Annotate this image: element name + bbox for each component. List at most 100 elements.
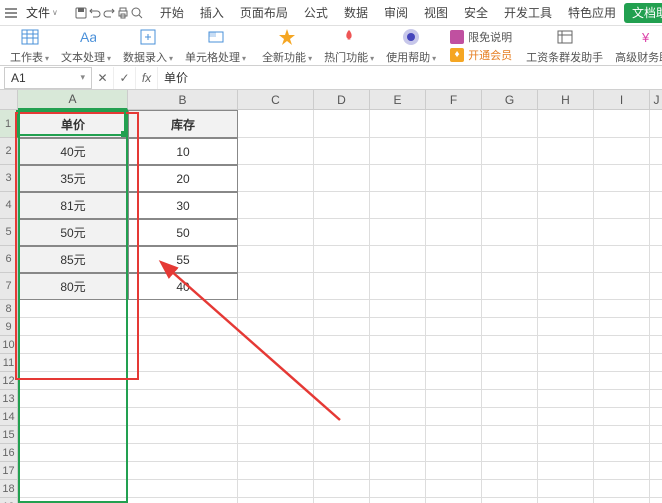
- col-header-C[interactable]: C: [238, 90, 314, 110]
- cell[interactable]: [426, 426, 482, 444]
- tab-devtools[interactable]: 开发工具: [496, 0, 560, 26]
- cell[interactable]: [370, 390, 426, 408]
- cell[interactable]: [314, 498, 370, 503]
- cell[interactable]: [482, 110, 538, 138]
- cell[interactable]: [314, 462, 370, 480]
- cell[interactable]: 80元: [18, 273, 128, 300]
- ribbon-finance[interactable]: ¥ 高级财务助手: [609, 26, 662, 65]
- cell[interactable]: [426, 110, 482, 138]
- cell[interactable]: [650, 462, 662, 480]
- cell[interactable]: [370, 462, 426, 480]
- cell[interactable]: [538, 498, 594, 503]
- cell[interactable]: [314, 408, 370, 426]
- col-header-I[interactable]: I: [594, 90, 650, 110]
- cell[interactable]: [238, 480, 314, 498]
- cell[interactable]: [18, 480, 128, 498]
- row-header[interactable]: 19: [0, 498, 18, 503]
- cell[interactable]: [370, 165, 426, 192]
- cell[interactable]: [314, 219, 370, 246]
- cell[interactable]: [370, 408, 426, 426]
- cell[interactable]: [650, 498, 662, 503]
- cell[interactable]: [128, 336, 238, 354]
- cell[interactable]: [426, 219, 482, 246]
- cell[interactable]: [128, 408, 238, 426]
- cell[interactable]: [18, 318, 128, 336]
- cell[interactable]: [314, 354, 370, 372]
- cell[interactable]: [538, 372, 594, 390]
- cell[interactable]: [650, 336, 662, 354]
- cell[interactable]: [650, 138, 662, 165]
- row-header[interactable]: 5: [0, 219, 18, 246]
- cell[interactable]: [238, 300, 314, 318]
- cell[interactable]: [538, 354, 594, 372]
- cell[interactable]: [594, 426, 650, 444]
- cell[interactable]: [538, 219, 594, 246]
- cell[interactable]: [650, 273, 662, 300]
- cell[interactable]: [650, 219, 662, 246]
- cell[interactable]: [482, 246, 538, 273]
- tab-security[interactable]: 安全: [456, 0, 496, 26]
- cell[interactable]: [238, 246, 314, 273]
- cell[interactable]: [482, 480, 538, 498]
- cell[interactable]: [482, 192, 538, 219]
- cell[interactable]: [426, 354, 482, 372]
- cell[interactable]: [482, 354, 538, 372]
- tab-data[interactable]: 数据: [336, 0, 376, 26]
- cell[interactable]: [128, 300, 238, 318]
- ribbon-cell-process[interactable]: 单元格处理: [179, 26, 252, 65]
- cell[interactable]: 30: [128, 192, 238, 219]
- cell[interactable]: [18, 408, 128, 426]
- cell[interactable]: [650, 246, 662, 273]
- cell[interactable]: [314, 444, 370, 462]
- cell[interactable]: 10: [128, 138, 238, 165]
- cell[interactable]: [482, 138, 538, 165]
- cell[interactable]: [482, 219, 538, 246]
- cell[interactable]: [538, 444, 594, 462]
- row-header[interactable]: 9: [0, 318, 18, 336]
- cell[interactable]: [594, 354, 650, 372]
- cell[interactable]: 20: [128, 165, 238, 192]
- confirm-icon[interactable]: ✓: [114, 67, 136, 89]
- cell[interactable]: [238, 372, 314, 390]
- cell[interactable]: [18, 444, 128, 462]
- cell[interactable]: [482, 426, 538, 444]
- cell[interactable]: [426, 138, 482, 165]
- cell[interactable]: [538, 408, 594, 426]
- cell[interactable]: [426, 192, 482, 219]
- cell[interactable]: [650, 300, 662, 318]
- cell[interactable]: [370, 273, 426, 300]
- cell[interactable]: [482, 498, 538, 503]
- cell[interactable]: [538, 336, 594, 354]
- row-header[interactable]: 16: [0, 444, 18, 462]
- cell[interactable]: [650, 444, 662, 462]
- cell[interactable]: [314, 192, 370, 219]
- cell[interactable]: [238, 498, 314, 503]
- tab-home[interactable]: 开始: [152, 0, 192, 26]
- cell[interactable]: [238, 354, 314, 372]
- cell[interactable]: [370, 498, 426, 503]
- cell[interactable]: [370, 138, 426, 165]
- cell[interactable]: [370, 300, 426, 318]
- tab-formula[interactable]: 公式: [296, 0, 336, 26]
- cell[interactable]: 85元: [18, 246, 128, 273]
- col-header-E[interactable]: E: [370, 90, 426, 110]
- cell[interactable]: [18, 336, 128, 354]
- cell[interactable]: [426, 408, 482, 426]
- cell[interactable]: [650, 372, 662, 390]
- cell[interactable]: [314, 318, 370, 336]
- cell[interactable]: [128, 462, 238, 480]
- cell[interactable]: [426, 336, 482, 354]
- row-header[interactable]: 12: [0, 372, 18, 390]
- cell[interactable]: [538, 480, 594, 498]
- cell[interactable]: [538, 462, 594, 480]
- cell[interactable]: [370, 246, 426, 273]
- cell[interactable]: [594, 138, 650, 165]
- cell[interactable]: [238, 462, 314, 480]
- cell[interactable]: [314, 390, 370, 408]
- cell[interactable]: [238, 390, 314, 408]
- cell[interactable]: [482, 408, 538, 426]
- cell[interactable]: [594, 444, 650, 462]
- cell[interactable]: [650, 354, 662, 372]
- cell[interactable]: 50: [128, 219, 238, 246]
- cell[interactable]: [594, 498, 650, 503]
